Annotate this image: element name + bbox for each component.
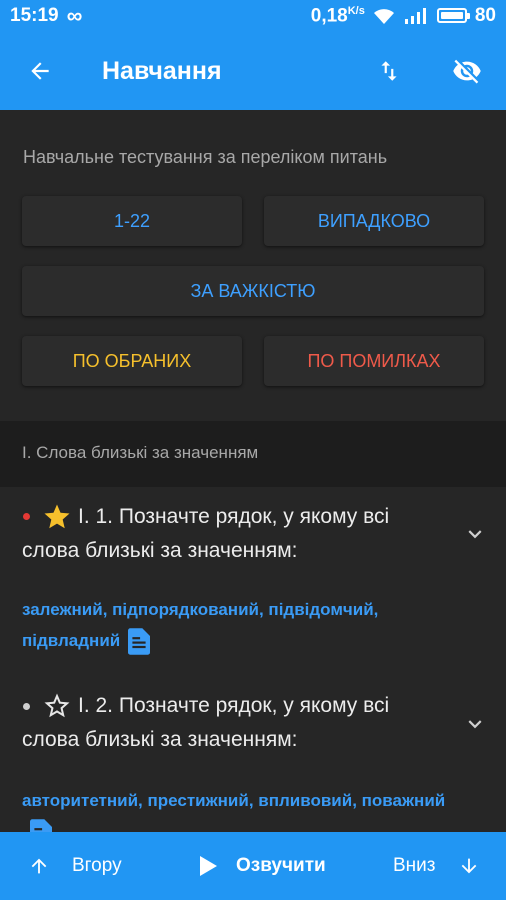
- testing-section: Навчальне тестування за переліком питань…: [0, 110, 506, 421]
- battery-icon: [436, 8, 470, 24]
- signal-icon: [404, 7, 426, 24]
- wifi-icon: [373, 9, 394, 24]
- battery-level: 80: [474, 4, 496, 26]
- infinity-icon: ∞: [66, 3, 83, 28]
- arrow-back-icon: [31, 62, 49, 80]
- scroll-down-button[interactable]: Вниз: [393, 832, 480, 900]
- play-icon: [200, 856, 217, 876]
- category-title: I. Слова близькі за значенням: [22, 443, 259, 462]
- scroll-up-button[interactable]: Вгору: [28, 832, 122, 900]
- status-time: 15:19: [10, 5, 59, 26]
- question-item[interactable]: I. 1. Позначте рядок, у якому всі слова …: [0, 487, 506, 677]
- speak-label: Озвучити: [236, 855, 326, 876]
- speak-button[interactable]: Озвучити: [198, 832, 326, 900]
- visibility-off-icon: [453, 59, 481, 84]
- question-item[interactable]: I. 2. Позначте рядок, у якому всі слова …: [0, 677, 506, 832]
- scroll-down-label: Вниз: [393, 855, 436, 876]
- mistakes-button[interactable]: ПО ПОМИЛКАХ: [264, 336, 484, 386]
- question-text: I. 1. Позначте рядок, у якому всі слова …: [22, 505, 390, 562]
- difficulty-button[interactable]: ЗА ВАЖКІСТЮ: [22, 266, 484, 316]
- category-header: I. Слова близькі за значенням: [0, 421, 506, 487]
- testing-heading: Навчальне тестування за переліком питань: [23, 147, 388, 167]
- random-button[interactable]: ВИПАДКОВО: [264, 196, 484, 246]
- document-icon[interactable]: [30, 819, 52, 832]
- document-icon[interactable]: [128, 628, 151, 655]
- chevron-down-icon[interactable]: [462, 711, 488, 737]
- page-title: Навчання: [102, 56, 222, 85]
- answer-text[interactable]: залежний, підпорядкований, підвідомчий, …: [22, 594, 446, 656]
- answer-text[interactable]: авторитетний, престижний, впливовий, пов…: [22, 785, 446, 832]
- question-text: I. 2. Позначте рядок, у якому всі слова …: [22, 694, 390, 751]
- swap-vert-icon: [381, 61, 397, 81]
- arrow-up-icon: [31, 858, 47, 874]
- status-bar: 15:19 ∞ 0,18K/s 80: [0, 0, 506, 32]
- back-button[interactable]: [0, 32, 80, 110]
- chevron-down-icon[interactable]: [462, 521, 488, 547]
- sort-button[interactable]: [350, 32, 428, 110]
- arrow-down-icon: [461, 858, 476, 874]
- favorites-button[interactable]: ПО ОБРАНИХ: [22, 336, 242, 386]
- hide-answers-button[interactable]: [428, 32, 506, 110]
- range-button[interactable]: 1-22: [22, 196, 242, 246]
- scroll-up-label: Вгору: [72, 855, 122, 876]
- bottom-bar: Вгору Озвучити Вниз: [0, 832, 506, 900]
- network-speed: 0,18K/s: [310, 4, 365, 27]
- app-bar: Навчання: [0, 32, 506, 110]
